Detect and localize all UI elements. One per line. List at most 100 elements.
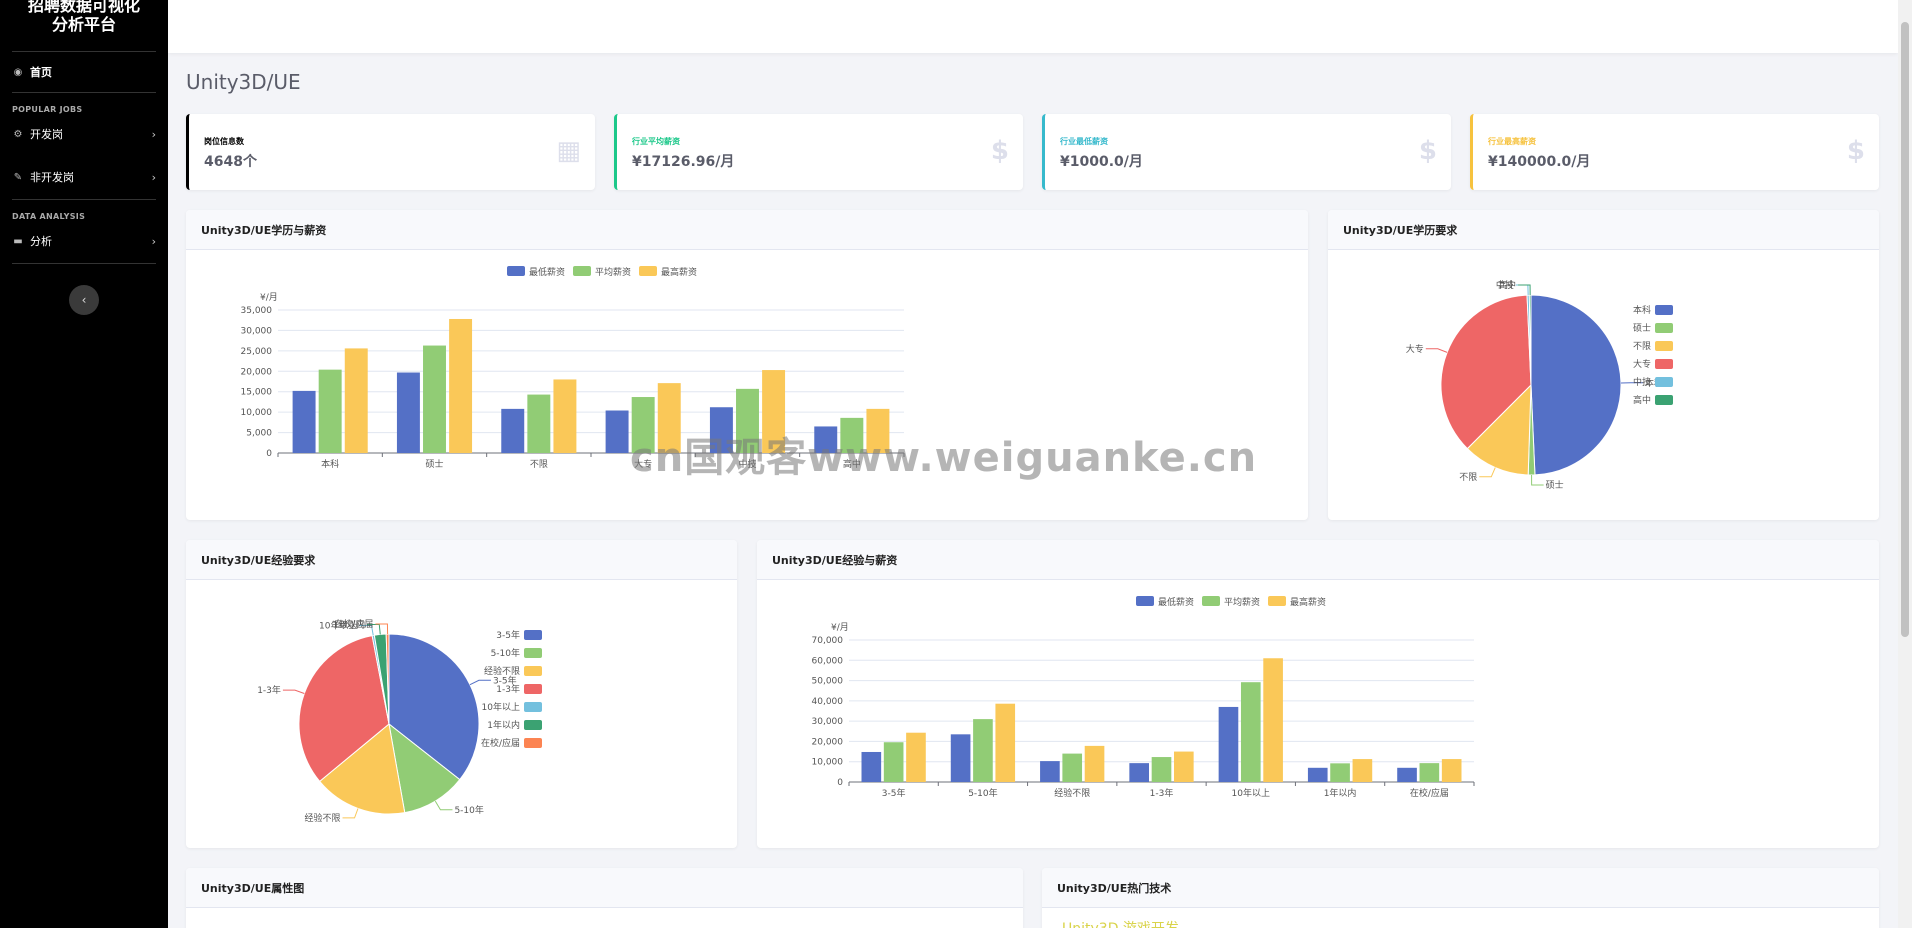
bar — [449, 318, 473, 453]
y-tick-label: 10,000 — [241, 408, 273, 418]
stat-value: ¥1000.0/月 — [1060, 154, 1143, 170]
y-tick-label: 0 — [266, 449, 272, 459]
brand-title: 招聘数据可视化 分析平台 — [0, 0, 168, 34]
x-tick-label: 10年以上 — [1232, 787, 1270, 799]
y-tick-label: 70,000 — [812, 636, 844, 646]
sidebar-divider — [12, 263, 156, 264]
sidebar-item-analysis[interactable]: ▬ 分析 › — [0, 231, 168, 251]
bar — [861, 751, 882, 782]
bar — [1129, 763, 1149, 782]
panel-attr: Unity3D/UE属性图 — [186, 868, 1023, 928]
legend-label: 平均薪资 — [595, 266, 631, 278]
legend-label: 平均薪资 — [1224, 596, 1260, 608]
dollar-icon: $ — [1846, 136, 1865, 166]
bar — [1151, 757, 1172, 782]
legend-label: 1-3年 — [496, 683, 520, 695]
bar — [1263, 658, 1283, 782]
bar — [1307, 767, 1328, 782]
bar — [657, 383, 681, 453]
legend-label: 10年以上 — [482, 701, 520, 713]
bar — [973, 719, 993, 782]
pie-leader-line — [1425, 348, 1448, 353]
sidebar-divider — [12, 199, 156, 200]
legend-label: 经验不限 — [484, 665, 520, 677]
pie-leader-line — [1479, 467, 1496, 478]
y-tick-label: 35,000 — [241, 306, 273, 316]
pie-slice-label: 5-10年 — [454, 804, 483, 816]
sidebar-heading-analysis: DATA ANALYSIS — [12, 212, 86, 221]
sidebar-item-label: 开发岗 — [30, 128, 63, 141]
x-tick-label: 高中 — [843, 458, 861, 470]
y-tick-label: 25,000 — [241, 347, 273, 357]
sidebar-item-non-dev-jobs[interactable]: ✎ 非开发岗 › — [0, 167, 168, 187]
sidebar-divider — [12, 51, 156, 52]
legend-swatch — [524, 738, 542, 748]
sidebar: 招聘数据可视化 分析平台 ◉ 首页 POPULAR JOBS ⚙ 开发岗 › ✎… — [0, 0, 168, 928]
y-axis-label: ¥/月 — [260, 292, 278, 303]
pie-slice-label: 经验不限 — [305, 812, 341, 824]
sidebar-item-dev-jobs[interactable]: ⚙ 开发岗 › — [0, 124, 168, 144]
folder-icon: ▬ — [13, 235, 23, 247]
panel-exp-req: Unity3D/UE经验要求 3-5年 5-10年 经验不限 1-3年 10年以上 1年以… — [186, 540, 737, 848]
bar — [1240, 682, 1261, 782]
exp-req-pie-chart: 3-5年5-10年经验不限1-3年10年以上1年以内在校/应届3-5年5-10年… — [257, 618, 542, 824]
stat-label: 行业最高薪资 — [1488, 137, 1536, 146]
legend-swatch — [507, 266, 525, 276]
stat-value: ¥17126.96/月 — [632, 154, 735, 170]
pie-slice-label: 在校/应届 — [334, 618, 373, 630]
scrollbar[interactable] — [1898, 0, 1912, 928]
edu-salary-bar-chart: 最低薪资 平均薪资 最高薪资 ¥/月 0 5,000 10,000 15,000 20,000 2… — [241, 266, 905, 470]
panel-edu-salary: Unity3D/UE学历与薪资 最低薪资 平均薪资 最高薪资 ¥/月 0 5,000 10,… — [186, 210, 1308, 520]
y-tick-label: 5,000 — [246, 429, 272, 439]
bar — [1330, 763, 1350, 782]
pie-slice-label: 1-3年 — [257, 684, 281, 696]
scrollbar-thumb[interactable] — [1901, 22, 1909, 637]
panel-title: Unity3D/UE经验要求 — [186, 540, 737, 580]
panel-hot-tech: Unity3D/UE热门技术 Unity3D 游戏开发 — [1042, 868, 1879, 928]
y-tick-label: 30,000 — [241, 326, 273, 336]
y-tick-label: 20,000 — [812, 737, 844, 747]
x-tick-label: 在校/应届 — [1410, 787, 1449, 799]
bar — [344, 348, 368, 453]
legend-swatch — [1655, 377, 1673, 387]
stat-label: 岗位信息数 — [204, 137, 244, 146]
x-tick-label: 中技 — [738, 458, 756, 470]
stat-card-min-salary: 行业最低薪资 ¥1000.0/月 $ — [1042, 114, 1451, 190]
bar — [883, 742, 904, 782]
panel-title: Unity3D/UE学历要求 — [1328, 210, 1879, 250]
bar — [995, 703, 1016, 782]
x-tick-label: 3-5年 — [882, 787, 906, 799]
sidebar-item-label: 非开发岗 — [30, 171, 74, 184]
legend-swatch — [1202, 596, 1220, 606]
y-tick-label: 40,000 — [812, 697, 844, 707]
sidebar-item-label: 首页 — [30, 66, 52, 79]
pie-slice-label: 不限 — [1459, 472, 1477, 483]
brand-line-2: 分析平台 — [51, 15, 116, 34]
panel-title: Unity3D/UE学历与薪资 — [186, 210, 1308, 250]
legend-swatch — [573, 266, 591, 276]
dollar-icon: $ — [1418, 136, 1437, 166]
pie-leader-line — [1531, 474, 1544, 486]
sidebar-toggle-button[interactable]: ‹ — [69, 285, 99, 315]
legend-label: 本科 — [1633, 304, 1651, 316]
stat-card-job-count: 岗位信息数 4648个 ▦ — [186, 114, 595, 190]
sidebar-item-home[interactable]: ◉ 首页 — [0, 62, 168, 82]
panel-title: Unity3D/UE热门技术 — [1042, 868, 1879, 908]
x-tick-label: 1-3年 — [1150, 787, 1174, 799]
sidebar-heading-popular: POPULAR JOBS — [12, 105, 83, 114]
y-tick-label: 60,000 — [812, 656, 844, 666]
table-icon: ▦ — [556, 136, 581, 166]
bar — [1040, 761, 1060, 782]
legend-label: 硕士 — [1633, 322, 1651, 334]
stat-value: ¥140000.0/月 — [1488, 154, 1591, 170]
legend-swatch — [1136, 596, 1154, 606]
x-tick-label: 大专 — [634, 458, 652, 470]
x-tick-label: 不限 — [530, 459, 548, 470]
bar — [950, 734, 971, 782]
bar — [1218, 706, 1239, 782]
wrench-icon: ✎ — [13, 171, 23, 183]
y-tick-label: 30,000 — [812, 717, 844, 727]
pie-leader-line — [375, 623, 389, 635]
stat-value: 4648个 — [204, 154, 257, 170]
stat-card-avg-salary: 行业平均薪资 ¥17126.96/月 $ — [614, 114, 1023, 190]
